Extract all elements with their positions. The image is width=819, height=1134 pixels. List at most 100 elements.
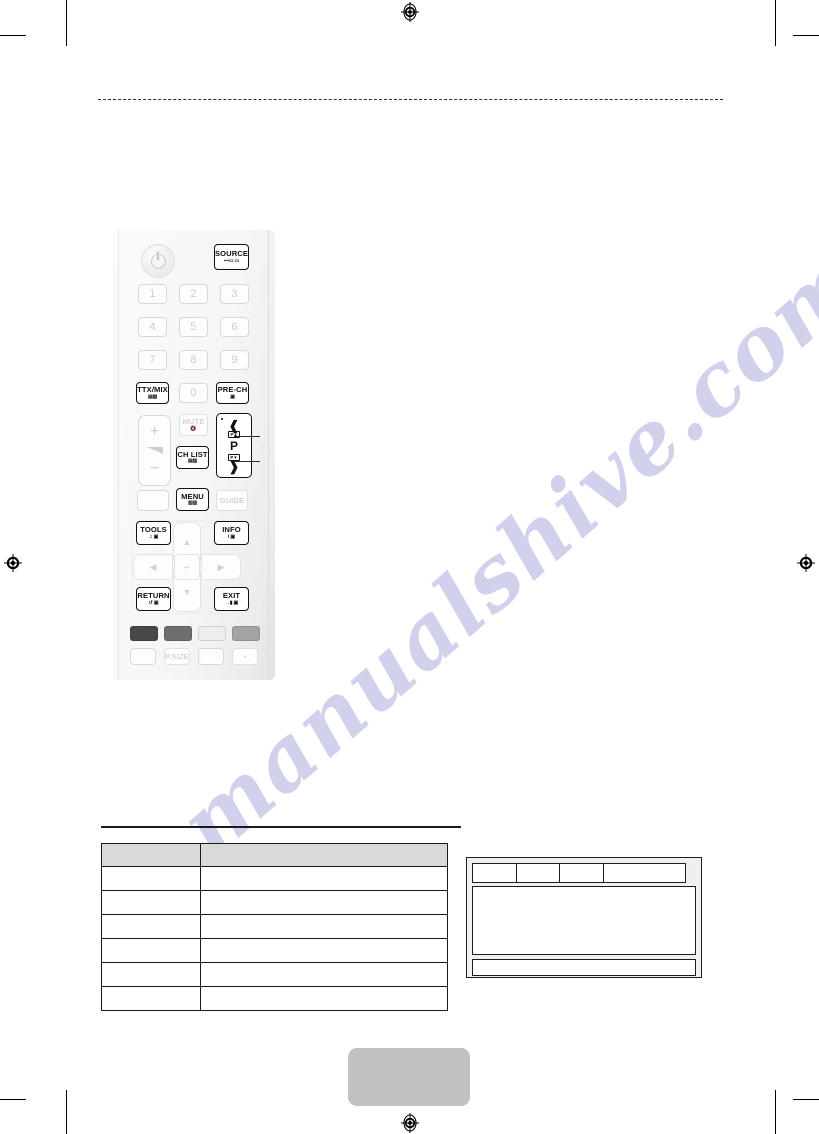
exit-icon: →▮ ▣ — [224, 599, 239, 606]
crop-mark-bottom-left — [66, 1090, 68, 1134]
ttx-mix-label: TTX/MIX — [137, 385, 168, 395]
side-indicator-dots: · · · · · — [126, 425, 135, 439]
color-button-d[interactable] — [232, 626, 260, 641]
num-2-label: 2 — [190, 287, 197, 300]
pre-ch-label: PRE-CH — [217, 385, 248, 395]
num-6-button[interactable]: 6 — [220, 317, 249, 337]
table-cell-label — [101, 890, 201, 915]
num-0-label: 0 — [190, 386, 197, 399]
num-5-label: 5 — [190, 320, 197, 333]
crop-mark-top-right — [775, 0, 777, 46]
table-row — [101, 986, 448, 1011]
side-panel-cell-4 — [602, 863, 686, 883]
media-stop-label: ▪ — [243, 651, 247, 661]
table-header-cell-1 — [101, 843, 201, 867]
crop-mark-bottom-right — [775, 1090, 777, 1134]
table-cell-label — [101, 962, 201, 987]
picture-size-button[interactable]: P.SIZE — [164, 648, 190, 665]
enter-icon: ↵ — [183, 562, 191, 572]
table-row — [101, 962, 448, 987]
crop-mark-right-bottom — [793, 1099, 819, 1101]
callout-channel-down-line — [234, 461, 260, 462]
side-panel-header-row — [472, 863, 696, 883]
return-icon: ↺ ▣ — [148, 599, 159, 606]
num-3-label: 3 — [231, 287, 238, 300]
blank-left-button[interactable] — [137, 490, 169, 511]
num-8-label: 8 — [190, 353, 197, 366]
media-button-1[interactable] — [130, 648, 156, 665]
volume-down-label: − — [149, 460, 160, 478]
pre-ch-button[interactable]: PRE-CH ▣ — [216, 382, 249, 404]
side-panel — [466, 857, 702, 978]
registration-target-icon-top — [400, 2, 420, 22]
return-button[interactable]: RETURN ↺ ▣ — [136, 587, 171, 611]
color-button-a[interactable] — [130, 626, 158, 641]
media-button-3[interactable] — [198, 648, 224, 665]
return-label: RETURN — [137, 591, 170, 601]
arrow-down-icon: ▼ — [182, 587, 192, 597]
ttx-mix-button[interactable]: TTX/MIX ▤▨ — [136, 382, 169, 404]
source-icon: ⊷▭ ▭ — [223, 257, 240, 264]
side-panel-cell-3 — [559, 863, 605, 883]
chevron-down-icon: ❱ — [228, 458, 240, 474]
manual-page: manualshive.com · · SOURCE ⊷▭ ▭ 1 2 3 4 … — [0, 0, 819, 1134]
num-1-button[interactable]: 1 — [138, 284, 167, 304]
color-button-b[interactable] — [164, 626, 192, 641]
ttx-mix-icon: ▤▨ — [147, 393, 158, 400]
num-5-button[interactable]: 5 — [179, 317, 208, 337]
info-button[interactable]: INFO i ▣ — [214, 521, 249, 545]
remote-button-layer: · · SOURCE ⊷▭ ▭ 1 2 3 4 5 6 7 8 9 TTX/MI… — [113, 230, 263, 680]
picture-size-label: P.SIZE — [165, 651, 189, 661]
volume-up-label: + — [149, 422, 160, 440]
table-cell-label — [101, 914, 201, 939]
footer-badge — [348, 1048, 470, 1106]
ch-list-button[interactable]: CH LIST ▤▥ — [176, 446, 209, 469]
power-icon — [150, 251, 166, 269]
num-9-button[interactable]: 9 — [220, 350, 249, 370]
num-0-button[interactable]: 0 — [179, 383, 208, 403]
num-4-label: 4 — [149, 320, 156, 333]
nav-enter-button[interactable]: ↵ — [174, 554, 200, 580]
num-7-label: 7 — [149, 353, 156, 366]
table-cell-value — [200, 986, 448, 1011]
num-4-button[interactable]: 4 — [138, 317, 167, 337]
num-8-button[interactable]: 8 — [179, 350, 208, 370]
info-icon: i ▣ — [228, 533, 235, 540]
nav-right-button[interactable]: ▶ — [201, 554, 241, 580]
guide-button[interactable]: GUIDE — [216, 490, 248, 511]
media-stop-button[interactable]: ▪ — [232, 648, 258, 665]
table-header-cell-2 — [200, 843, 448, 867]
menu-button[interactable]: MENU ▥▥ — [176, 488, 209, 511]
speaker-mute-icon: 🔇 — [190, 425, 197, 432]
exit-button[interactable]: EXIT →▮ ▣ — [214, 587, 249, 611]
color-button-c[interactable] — [198, 626, 226, 641]
table-cell-value — [200, 890, 448, 915]
pre-ch-icon: ▣ — [230, 393, 235, 400]
tools-icon: ♫ ▣ — [148, 533, 159, 540]
source-label: SOURCE — [214, 249, 249, 259]
power-button[interactable] — [141, 244, 175, 278]
num-3-button[interactable]: 3 — [220, 284, 249, 304]
tools-button[interactable]: TOOLS ♫ ▣ — [136, 521, 171, 545]
arrow-right-icon: ▶ — [217, 561, 225, 572]
crop-mark-top-left — [66, 0, 68, 46]
channel-rocker[interactable]: ❰ P▲ P P▼ ❱ — [216, 413, 252, 478]
volume-rocker[interactable]: + − — [138, 415, 171, 486]
table-cell-value — [200, 938, 448, 963]
num-9-label: 9 — [231, 353, 238, 366]
table-row — [101, 938, 448, 963]
arrow-up-icon: ▲ — [182, 537, 192, 547]
num-2-button[interactable]: 2 — [179, 284, 208, 304]
mute-label: MUTE — [182, 417, 205, 427]
callout-channel-up-line — [234, 436, 260, 437]
num-6-label: 6 — [231, 320, 238, 333]
mute-button[interactable]: MUTE 🔇 — [179, 414, 208, 436]
source-button[interactable]: SOURCE ⊷▭ ▭ — [214, 244, 249, 270]
channel-p-label: P — [229, 438, 238, 453]
num-7-button[interactable]: 7 — [138, 350, 167, 370]
channel-dot-indicator — [221, 418, 223, 420]
menu-icon: ▥▥ — [187, 500, 198, 507]
table-row — [101, 866, 448, 891]
nav-left-button[interactable]: ◀ — [133, 554, 173, 580]
table-cell-value — [200, 962, 448, 987]
